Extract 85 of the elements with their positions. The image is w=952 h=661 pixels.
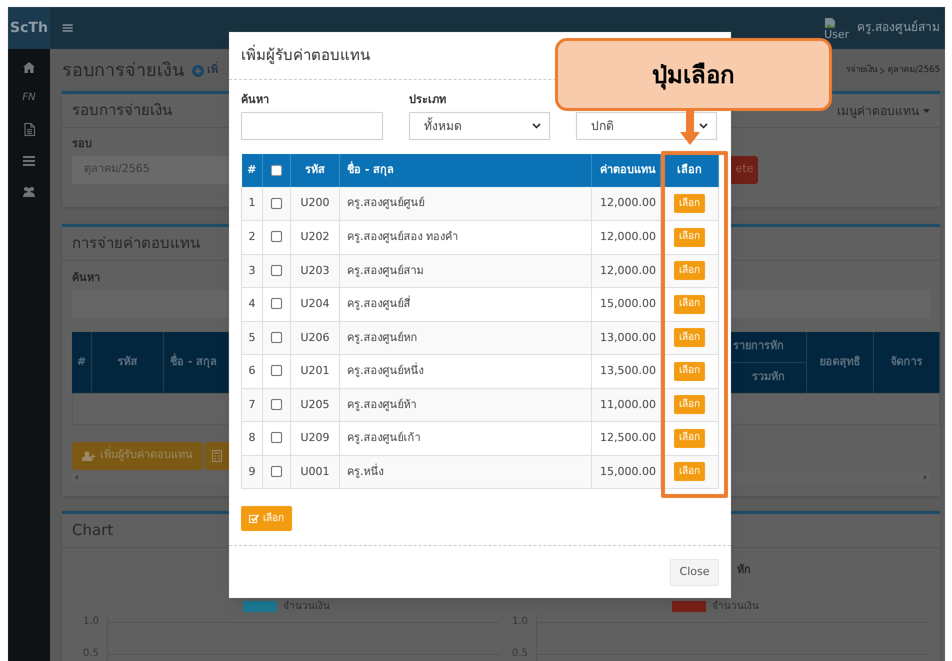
table-cell: 12,000.00 bbox=[592, 220, 660, 254]
table-cell: 15,000.00 bbox=[592, 455, 660, 488]
add-recipient-button[interactable]: เพิ่มผู้รับค่าตอบแทน bbox=[72, 442, 203, 470]
add-link[interactable]: เพิ่ bbox=[207, 62, 218, 79]
column-header: รวมหัก bbox=[731, 362, 807, 392]
users-icon[interactable] bbox=[22, 186, 36, 197]
column-header: # bbox=[72, 332, 92, 392]
select-button[interactable]: เลือก bbox=[674, 328, 705, 348]
table-cell: U202 bbox=[290, 220, 340, 254]
document-icon[interactable] bbox=[24, 123, 34, 136]
chevron-down-icon bbox=[699, 123, 708, 129]
column-header: จัดการ bbox=[874, 332, 940, 392]
dropdown[interactable]: ทั้งหมด bbox=[409, 112, 550, 140]
callout-text: ปุ่มเลือก bbox=[652, 60, 735, 92]
home-icon[interactable] bbox=[23, 62, 35, 73]
table-cell: 6 bbox=[242, 354, 262, 388]
column-header: ยอดสุทธิ bbox=[807, 332, 874, 392]
row-checkbox[interactable] bbox=[271, 398, 282, 410]
delete-button[interactable]: ete bbox=[731, 156, 758, 184]
table-cell: U001 bbox=[290, 455, 340, 488]
row-checkbox[interactable] bbox=[271, 432, 282, 444]
dropdown[interactable]: ปกติ bbox=[576, 112, 717, 140]
menu-dropdown[interactable]: เมนูค่าตอบแทน bbox=[837, 102, 930, 120]
caret-icon bbox=[923, 108, 930, 112]
menu-button[interactable]: ≡ bbox=[61, 20, 74, 36]
chart-title: หัก bbox=[737, 562, 751, 578]
field-label: รอบ bbox=[72, 136, 92, 152]
table-cell: U204 bbox=[290, 288, 340, 321]
breadcrumb-chevron-icon bbox=[880, 68, 884, 74]
table-cell: U209 bbox=[290, 422, 340, 455]
table-cell: 4 bbox=[242, 288, 262, 321]
image-alt-text: User bbox=[824, 28, 850, 40]
select-button[interactable]: เลือก bbox=[241, 506, 292, 531]
select-button[interactable]: เลือก bbox=[674, 428, 705, 448]
table-cell: U201 bbox=[290, 354, 340, 388]
search-field[interactable] bbox=[241, 112, 383, 140]
select-all-checkbox[interactable] bbox=[271, 164, 282, 176]
table-cell: 12,500.00 bbox=[592, 422, 660, 455]
column-header: รหัส bbox=[92, 332, 164, 392]
checkbox-icon bbox=[249, 514, 259, 523]
table-cell: 2 bbox=[242, 220, 262, 254]
table-cell: ครู.สองศูนย์สี่ bbox=[340, 288, 592, 321]
list-icon[interactable] bbox=[23, 156, 35, 166]
breadcrumb-item[interactable]: ตุลาคม/2565 bbox=[887, 64, 940, 78]
table-cell: ครู.สองศูนย์สอง ทองคำ bbox=[340, 220, 592, 254]
user-plus-icon bbox=[82, 450, 96, 460]
broken-image-icon bbox=[824, 16, 836, 28]
app-logo: ScTh bbox=[8, 7, 50, 49]
row-checkbox[interactable] bbox=[271, 332, 282, 343]
field-label: ประเภท bbox=[409, 92, 447, 108]
chevron-down-icon bbox=[532, 123, 541, 129]
row-checkbox[interactable] bbox=[271, 466, 282, 477]
user-name[interactable]: ครู.สองศูนย์สาม bbox=[857, 18, 940, 36]
select-button[interactable]: เลือก bbox=[674, 194, 705, 213]
select-button[interactable]: เลือก bbox=[674, 228, 705, 247]
select-button[interactable]: เลือก bbox=[674, 261, 705, 280]
column-header: ชื่อ - สกุล bbox=[164, 332, 229, 392]
plus-circle-icon bbox=[192, 64, 204, 76]
table-cell: ครู.สองศูนย์เก้า bbox=[340, 422, 592, 455]
panel-title: การจ่ายค่าตอบแทน bbox=[72, 233, 200, 254]
row-checkbox[interactable] bbox=[271, 198, 282, 209]
sidebar-item[interactable]: FN bbox=[22, 93, 36, 103]
select-button[interactable]: เลือก bbox=[674, 294, 705, 314]
field-label: ค้นหา bbox=[72, 270, 100, 286]
table-cell: 15,000.00 bbox=[592, 288, 660, 321]
table-cell: ครู.สองศูนย์หนึ่ง bbox=[340, 354, 592, 388]
select-button[interactable]: เลือก bbox=[674, 395, 705, 414]
panel-title: รอบการจ่ายเงิน bbox=[72, 100, 172, 122]
calculator-icon bbox=[212, 450, 222, 462]
table-cell: 8 bbox=[242, 422, 262, 455]
table-cell: 13,500.00 bbox=[592, 354, 660, 388]
row-checkbox[interactable] bbox=[271, 298, 282, 310]
field-label: ค้นหา bbox=[241, 92, 270, 108]
panel-title: Chart bbox=[72, 520, 114, 542]
modal-title: เพิ่มผู้รับค่าตอบแทน bbox=[241, 44, 370, 66]
close-button[interactable]: Close bbox=[670, 558, 719, 586]
table-cell: 9 bbox=[242, 455, 262, 488]
select-button[interactable]: เลือก bbox=[674, 462, 705, 482]
table-cell: ครู.หนึ่ง bbox=[340, 455, 592, 488]
breadcrumb-item[interactable]: รจ่ายเงิน bbox=[846, 64, 878, 78]
row-checkbox[interactable] bbox=[271, 231, 282, 242]
select-button[interactable]: เลือก bbox=[674, 362, 705, 381]
row-checkbox[interactable] bbox=[271, 264, 282, 276]
column-header: รายการหัก bbox=[731, 332, 807, 362]
row-checkbox[interactable] bbox=[271, 365, 282, 376]
